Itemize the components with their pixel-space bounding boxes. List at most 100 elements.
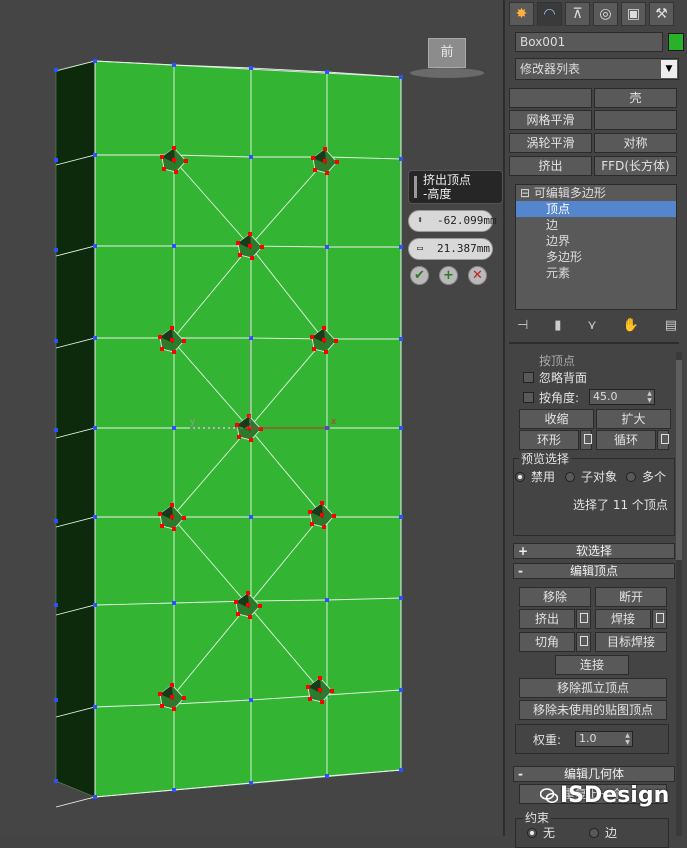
extrude-button[interactable]: 挤出 xyxy=(519,609,575,629)
ring-spinner-icon[interactable] xyxy=(580,430,592,450)
chamfer-button[interactable]: 切角 xyxy=(519,632,575,652)
turbosmooth-modifier-button[interactable]: 涡轮平滑 xyxy=(509,133,592,153)
selected-vertex xyxy=(170,683,174,687)
extrude-width-field[interactable]: ▭ 21.387mm xyxy=(408,238,493,260)
selected-vertex xyxy=(310,522,314,526)
angle-spinner[interactable]: 45.0 ▲ ▼ xyxy=(589,389,655,405)
edit-geometry-rollout[interactable]: - 编辑几何体 xyxy=(513,766,675,782)
loop-spinner-icon[interactable] xyxy=(657,430,669,450)
mesh-vertex xyxy=(399,157,403,161)
soft-selection-rollout[interactable]: + 软选择 xyxy=(513,543,675,559)
constraint-edge-label: 边 xyxy=(605,826,618,840)
selected-vertex xyxy=(323,147,327,151)
extrude-modifier-button[interactable]: 挤出 xyxy=(509,156,592,176)
weight-label: 权重: xyxy=(533,733,562,747)
mesh-vertex xyxy=(249,515,253,519)
stack-item-label: 元素 xyxy=(546,266,571,280)
loop-button[interactable]: 循环 xyxy=(596,430,656,450)
preview-multi-radio[interactable] xyxy=(626,472,636,482)
preview-selection-title: 预览选择 xyxy=(519,452,572,466)
scrollbar-thumb[interactable] xyxy=(676,360,682,560)
constraint-none-radio[interactable] xyxy=(527,828,537,838)
constraint-edge-radio[interactable] xyxy=(589,828,599,838)
remove-unused-map-verts-button[interactable]: 移除未使用的贴图顶点 xyxy=(519,700,667,720)
mesh-vertex xyxy=(325,245,329,249)
stack-item-vertex[interactable]: 顶点 xyxy=(516,201,676,217)
object-color-swatch[interactable] xyxy=(668,33,684,51)
hierarchy-tab-icon[interactable]: ⊼ xyxy=(565,2,590,26)
utilities-tab-icon[interactable]: ⚒ xyxy=(649,2,674,26)
stack-item-border[interactable]: 边界 xyxy=(516,233,676,249)
modifier-stack[interactable]: ⊟ 可编辑多边形 顶点 边 边界 多边形 元素 xyxy=(515,184,677,310)
chamfer-settings-icon[interactable] xyxy=(576,632,591,652)
spinner-arrows-icon: ▲ ▼ xyxy=(625,732,630,746)
shrink-button[interactable]: 收缩 xyxy=(519,409,594,429)
selected-vertex xyxy=(160,524,164,528)
selected-vertex xyxy=(158,335,162,339)
selected-vertex xyxy=(313,168,317,172)
edit-vertices-rollout[interactable]: - 编辑顶点 xyxy=(513,563,675,579)
motion-tab-icon[interactable]: ◎ xyxy=(593,2,618,26)
create-tab-icon[interactable]: ✸ xyxy=(509,2,534,26)
mesh-wireframe[interactable]: xy xyxy=(0,0,503,836)
symmetry-modifier-button[interactable]: 对称 xyxy=(594,133,677,153)
modifier-button-1[interactable] xyxy=(509,88,592,108)
by-angle-checkbox[interactable] xyxy=(523,392,534,403)
preview-subobject-label: 子对象 xyxy=(581,470,618,484)
selected-vertex xyxy=(325,171,329,175)
preview-disabled-label: 禁用 xyxy=(531,470,556,484)
mesh-vertex xyxy=(93,153,97,157)
grow-button[interactable]: 扩大 xyxy=(596,409,671,429)
ignore-backfacing-checkbox[interactable] xyxy=(523,372,534,383)
ok-icon[interactable]: ✔ xyxy=(410,266,429,285)
mesh-vertex xyxy=(399,337,403,341)
modifier-list-dropdown[interactable]: 修改器列表 ▼ xyxy=(515,58,679,80)
apply-and-continue-icon[interactable]: + xyxy=(439,266,458,285)
configure-sets-icon[interactable]: ▤ xyxy=(665,318,677,333)
chevron-down-icon: ▼ xyxy=(661,60,677,78)
selected-vertex xyxy=(324,350,328,354)
constraints-title: 约束 xyxy=(523,811,552,825)
ffd-box-modifier-button[interactable]: FFD(长方体) xyxy=(594,156,677,176)
remove-modifier-icon[interactable]: ✋ xyxy=(623,318,639,333)
selected-vertex xyxy=(318,688,322,692)
stack-root-editable-poly[interactable]: ⊟ 可编辑多边形 xyxy=(516,185,676,201)
connect-button[interactable]: 连接 xyxy=(555,655,629,675)
cancel-icon[interactable]: ✕ xyxy=(468,266,487,285)
mesh-vertex xyxy=(93,603,97,607)
weld-button[interactable]: 焊接 xyxy=(595,609,651,629)
selected-vertex xyxy=(158,692,162,696)
show-end-result-icon[interactable]: ▮ xyxy=(554,318,561,333)
preview-disabled-radio[interactable] xyxy=(515,472,525,482)
target-weld-button[interactable]: 目标焊接 xyxy=(595,632,667,652)
viewcube[interactable]: 前 xyxy=(428,38,466,68)
edit-geometry-title: 编辑几何体 xyxy=(563,767,624,781)
ring-button[interactable]: 环形 xyxy=(519,430,579,450)
display-tab-icon[interactable]: ▣ xyxy=(621,2,646,26)
shell-modifier-button[interactable]: 壳 xyxy=(594,88,677,108)
remove-isolated-vertices-button[interactable]: 移除孤立顶点 xyxy=(519,678,667,698)
angle-value: 45.0 xyxy=(593,390,618,403)
panel-scrollbar[interactable] xyxy=(676,352,682,836)
modify-tab-icon[interactable]: ◠ xyxy=(537,2,562,26)
remove-button[interactable]: 移除 xyxy=(519,587,591,607)
preview-subobject-radio[interactable] xyxy=(565,472,575,482)
modifier-button-4[interactable] xyxy=(594,110,677,130)
break-button[interactable]: 断开 xyxy=(595,587,667,607)
make-unique-icon[interactable]: ⋎ xyxy=(587,318,597,333)
selected-vertex xyxy=(172,527,176,531)
width-icon: ▭ xyxy=(417,243,424,254)
extrude-height-field[interactable]: ⬍ -62.099mm xyxy=(408,210,497,232)
stack-item-element[interactable]: 元素 xyxy=(516,265,676,281)
perspective-viewport[interactable]: xy 前 挤出顶点 -高度 ⬍ -62.099mm ▭ 21.387mm ✔ +… xyxy=(0,0,503,836)
collapse-minus-icon: - xyxy=(518,564,523,578)
pin-stack-icon[interactable]: ⊣ xyxy=(517,318,528,333)
stack-item-polygon[interactable]: 多边形 xyxy=(516,249,676,265)
object-name-field[interactable]: Box001 xyxy=(515,32,663,52)
extrude-settings-icon[interactable] xyxy=(576,609,591,629)
mesh-vertex xyxy=(54,603,58,607)
stack-item-edge[interactable]: 边 xyxy=(516,217,676,233)
meshsmooth-modifier-button[interactable]: 网格平滑 xyxy=(509,110,592,130)
weld-settings-icon[interactable] xyxy=(652,609,667,629)
weight-spinner[interactable]: 1.0 ▲ ▼ xyxy=(575,731,633,747)
